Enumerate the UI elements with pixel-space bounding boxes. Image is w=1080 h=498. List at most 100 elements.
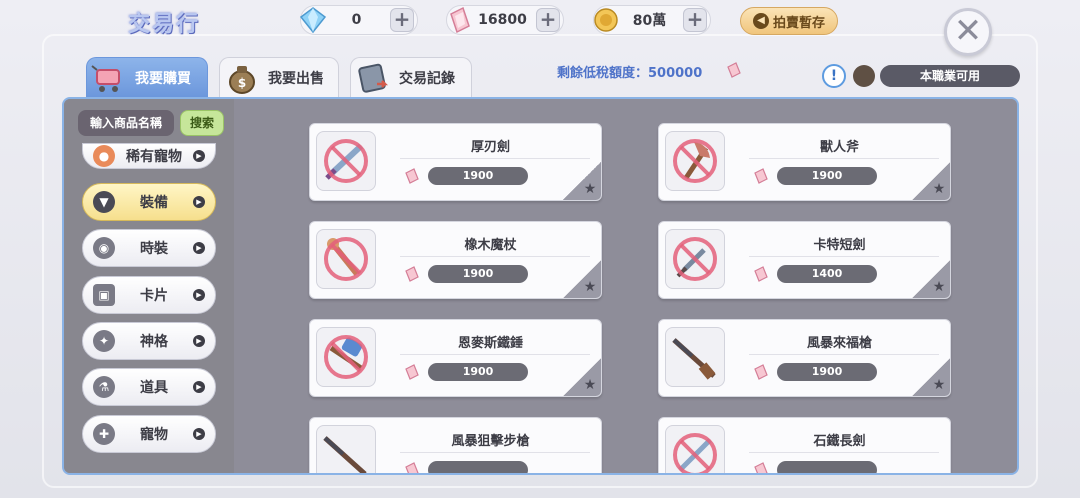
longsword-icon (673, 433, 717, 473)
item-name: 卡特短劍 (813, 238, 866, 253)
divider (400, 158, 590, 159)
item-card[interactable]: 風暴來福槍 1900 ★ (658, 319, 951, 397)
wand-icon (324, 237, 368, 281)
category-card[interactable]: ▣ 卡片 ▶ (82, 276, 216, 314)
axe-icon (673, 139, 717, 183)
star-icon[interactable]: ★ (931, 181, 947, 197)
item-thumbnail (316, 131, 376, 191)
category-equipment[interactable]: ▼ 裝備 ▶ (82, 183, 216, 221)
crystal-icon (754, 462, 768, 473)
crystal-icon (405, 364, 419, 380)
category-rare-pet[interactable]: ● 稀有寵物 ▶ (82, 143, 216, 169)
item-name: 厚刃劍 (470, 140, 510, 155)
category-label: 道具 (140, 380, 168, 396)
item-thumbnail (665, 229, 725, 289)
item-card[interactable]: 獸人斧 1900 ★ (658, 123, 951, 201)
item-thumbnail (316, 229, 376, 289)
add-diamond-button[interactable]: + (390, 8, 414, 32)
crystal-currency: 16800 + (446, 5, 564, 35)
item-card[interactable]: 卡特短劍 1400 ★ (658, 221, 951, 299)
arrow-right-icon: ▶ (193, 196, 205, 208)
item-price: 1900 (777, 167, 877, 185)
coin-icon (594, 8, 618, 32)
item-card[interactable]: 風暴狙擊步槍 (309, 417, 602, 473)
item-card[interactable]: 橡木魔杖 1900 ★ (309, 221, 602, 299)
card-icon: ▣ (93, 284, 115, 306)
item-name: 橡木魔杖 (464, 238, 517, 253)
pet-icon: ● (93, 145, 115, 167)
add-zeny-button[interactable]: + (683, 8, 707, 32)
crystal-icon (754, 168, 768, 184)
crystal-icon (754, 364, 768, 380)
divider (749, 354, 939, 355)
auction-storage-button[interactable]: ◀ 拍賣暫存 (740, 7, 838, 35)
item-thumbnail (316, 327, 376, 387)
star-icon[interactable]: ★ (931, 279, 947, 295)
item-card[interactable]: 恩麥斯鐵錘 1900 ★ (309, 319, 602, 397)
category-label: 裝備 (140, 195, 168, 211)
item-name: 風暴來福槍 (806, 336, 872, 351)
divinity-icon: ✦ (93, 330, 115, 352)
crystal-icon (405, 168, 419, 184)
svg-text:$: $ (238, 76, 246, 90)
shirt-icon: ▼ (93, 191, 115, 213)
item-price: 1900 (428, 167, 528, 185)
category-items[interactable]: ⚗ 道具 ▶ (82, 368, 216, 406)
arrow-right-icon: ▶ (193, 381, 205, 393)
tax-quota-text: 剩餘低稅額度：500000 (557, 66, 703, 81)
star-icon[interactable]: ★ (582, 377, 598, 393)
category-label: 神格 (140, 334, 168, 350)
crystal-icon (727, 62, 741, 78)
money-bag-icon: $ (229, 65, 255, 94)
arrow-right-icon: ▶ (193, 335, 205, 347)
close-button[interactable]: ✕ (944, 8, 992, 56)
sniper-rifle-icon (323, 436, 367, 473)
shopping-cart-icon (91, 64, 120, 92)
divider (749, 158, 939, 159)
item-price: 1900 (428, 265, 528, 283)
category-costume[interactable]: ◉ 時裝 ▶ (82, 229, 216, 267)
item-price: 1400 (777, 265, 877, 283)
job-filter-toggle[interactable] (853, 65, 875, 87)
page-title: 交易行 (128, 12, 201, 37)
category-label: 稀有寵物 (126, 149, 182, 165)
item-list: 厚刃劍 1900 ★ 獸人斧 1900 ★ 橡木魔杖 1900 ★ 卡特短劍 1… (234, 99, 1017, 473)
star-icon[interactable]: ★ (582, 279, 598, 295)
category-divinity[interactable]: ✦ 神格 ▶ (82, 322, 216, 360)
tab-buy[interactable]: 我要購買 (86, 57, 208, 97)
crystal-icon (754, 266, 768, 282)
crystal-icon (405, 462, 419, 473)
divider (400, 354, 590, 355)
category-label: 時裝 (140, 241, 168, 257)
category-pet[interactable]: ✚ 寵物 ▶ (82, 415, 216, 453)
crystal-icon (450, 6, 470, 34)
arrow-right-icon: ▶ (193, 150, 205, 162)
item-price: 1900 (428, 363, 528, 381)
category-label: 卡片 (140, 288, 168, 304)
search-button[interactable]: 搜索 (180, 110, 224, 136)
zeny-currency: 80萬 + (593, 5, 711, 35)
item-price: 1900 (777, 363, 877, 381)
item-name: 獸人斧 (819, 140, 859, 155)
job-filter-label[interactable]: 本職業可用 (880, 65, 1020, 87)
star-icon[interactable]: ★ (582, 181, 598, 197)
item-name: 石鐵長劍 (813, 434, 866, 449)
item-name: 風暴狙擊步槍 (451, 434, 530, 449)
potion-icon: ⚗ (93, 376, 115, 398)
info-icon[interactable]: ! (822, 64, 846, 88)
tab-records[interactable]: 交易記錄 (350, 57, 472, 97)
tab-records-label: 交易記錄 (399, 70, 455, 87)
close-icon: ✕ (953, 11, 983, 51)
diamond-currency: 0 + (299, 5, 418, 35)
category-sidebar: 輸入商品名稱 搜索 ● 稀有寵物 ▶ ▼ 裝備 ▶ ◉ 時裝 ▶ ▣ 卡片 ▶ … (64, 99, 234, 473)
tab-sell[interactable]: $ 我要出售 (219, 57, 339, 97)
divider (400, 452, 590, 453)
auction-storage-label: 拍賣暫存 (772, 15, 825, 31)
item-search-input[interactable]: 輸入商品名稱 (78, 110, 174, 136)
divider (749, 452, 939, 453)
add-crystal-button[interactable]: + (536, 8, 560, 32)
bone-icon: ✚ (93, 423, 115, 445)
star-icon[interactable]: ★ (931, 377, 947, 393)
item-card[interactable]: 石鐵長劍 (658, 417, 951, 473)
item-card[interactable]: 厚刃劍 1900 ★ (309, 123, 602, 201)
